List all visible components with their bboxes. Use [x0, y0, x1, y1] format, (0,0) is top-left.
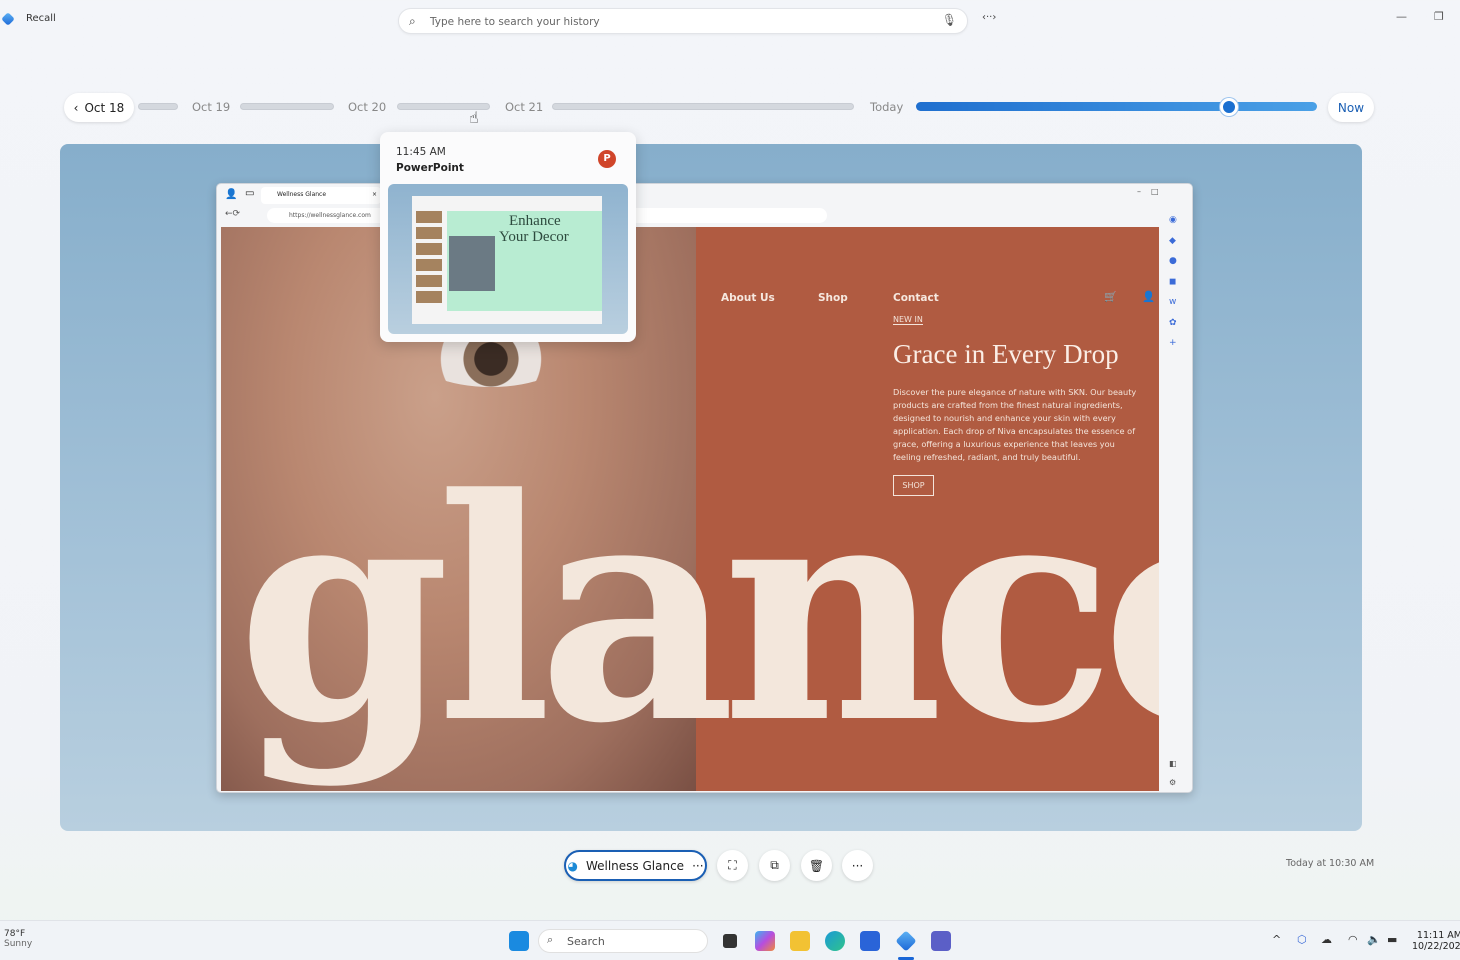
browser-tab[interactable]: Wellness Glance ×	[261, 187, 381, 204]
edge-icon[interactable]	[825, 931, 845, 951]
nav-contact[interactable]: Contact	[893, 292, 939, 304]
slide-title: Enhance Your Decor	[499, 213, 569, 245]
recall-taskbar-icon[interactable]	[895, 930, 917, 952]
trash-icon: 🗑	[808, 858, 825, 873]
search-icon: ⌕	[409, 14, 416, 28]
edge-icon: ◕	[567, 858, 578, 873]
store-icon[interactable]	[860, 931, 880, 951]
timeline-hover-preview[interactable]: 11:45 AM PowerPoint P Enhance Your Decor	[380, 132, 636, 342]
preview-time: 11:45 AM	[396, 146, 446, 158]
timeline-back-button[interactable]: ‹ Oct 18	[64, 93, 134, 122]
browser-sidebar: ◉ ◆ ● ◼ w ✿ + ◧ ⚙	[1159, 184, 1192, 792]
back-refresh-icon[interactable]: ←⟳	[225, 209, 240, 219]
now-label: Now	[1337, 100, 1365, 115]
task-view-icon[interactable]	[723, 934, 737, 948]
tab-title: Wellness Glance	[277, 191, 327, 198]
search-icon: ⌕	[547, 933, 554, 946]
timeline-slider-thumb[interactable]	[1220, 98, 1238, 116]
more-icon[interactable]: ···	[692, 859, 703, 873]
nav-shop[interactable]: Shop	[818, 292, 848, 304]
hand-cursor-icon: ☝	[469, 108, 479, 127]
timeline-segment[interactable]	[240, 103, 334, 110]
timeline-label: Today	[870, 100, 904, 114]
app-title: Recall	[26, 13, 56, 24]
microphone-icon[interactable]: 🎙	[942, 13, 957, 27]
body-text: Discover the pure elegance of nature wit…	[893, 387, 1137, 462]
browser-window: 👤 ▭ Wellness Glance × ←⟳ https://wellness…	[216, 183, 1193, 793]
more-options-icon[interactable]: ‹··›	[982, 12, 996, 23]
back-label: Oct 18	[84, 100, 125, 115]
slide-thumbnails	[416, 211, 442, 306]
copy-icon: ⧉	[770, 858, 779, 872]
start-icon[interactable]	[509, 931, 529, 951]
click-to-do-button[interactable]: ⛶	[717, 850, 748, 881]
shop-button[interactable]: SHOP	[893, 475, 934, 496]
hero-wordmark: glance	[237, 432, 1193, 790]
show-hidden-icons[interactable]: ^	[1272, 933, 1281, 946]
settings-icon[interactable]: ◧ ⚙	[1169, 754, 1177, 792]
delete-button[interactable]: 🗑	[801, 850, 832, 881]
now-button[interactable]: Now	[1328, 93, 1374, 122]
teams-icon[interactable]	[931, 931, 951, 951]
nav-about-us[interactable]: About Us	[721, 292, 775, 304]
tab-actions-icon[interactable]: ▭	[245, 188, 254, 199]
chevron-left-icon: ‹	[73, 100, 79, 115]
slide-title-line: Enhance	[509, 213, 561, 229]
taskbar-search-label: Search	[567, 935, 605, 948]
timeline-label: Oct 21	[505, 100, 544, 114]
weather-widget[interactable]: 78°F Sunny	[4, 929, 32, 949]
preview-app-name: PowerPoint	[396, 162, 464, 174]
timeline-label: Oct 20	[348, 100, 387, 114]
url-text: https://wellnessglance.com	[289, 212, 371, 219]
taskbar: 78°F Sunny ⌕ Search ^ ⬡ ☁ ◠ 🔈 ▬ 11:11 AM 10…	[0, 920, 1460, 960]
restore-button[interactable]: ❐	[1434, 10, 1444, 23]
taskbar-search[interactable]: ⌕ Search	[538, 929, 708, 953]
recall-app-icon	[1, 12, 15, 26]
slide-image	[449, 236, 495, 291]
account-icon[interactable]: 👤	[1142, 290, 1155, 303]
timeline-segment[interactable]	[138, 103, 178, 110]
copilot-tray-icon[interactable]: ⬡	[1297, 933, 1307, 946]
search-input[interactable]: ⌕ Type here to search your history 🎙	[398, 8, 968, 34]
volume-icon[interactable]: 🔈	[1367, 933, 1381, 946]
app-chip-button[interactable]: ◕ Wellness Glance ···	[564, 850, 707, 881]
wifi-icon[interactable]: ◠	[1348, 933, 1358, 946]
profile-icon[interactable]: 👤	[225, 189, 237, 200]
minimize-button[interactable]: —	[1396, 10, 1407, 23]
battery-icon[interactable]: ▬	[1387, 933, 1397, 946]
clock[interactable]: 11:11 AM10/22/2024	[1412, 930, 1460, 952]
app-chip-label: Wellness Glance	[585, 858, 685, 873]
eyebrow-label: NEW IN	[893, 315, 923, 325]
headline: Grace in Every Drop	[893, 339, 1119, 369]
powerpoint-window: Enhance Your Decor	[412, 196, 602, 324]
timeline-label: Oct 19	[192, 100, 231, 114]
clock-time: 11:11 AM	[1416, 930, 1460, 941]
copilot-icon[interactable]	[755, 931, 775, 951]
sidebar-app-icons[interactable]: ◉ ◆ ● ◼ w ✿ +	[1169, 210, 1177, 354]
slide-title-line: Your Decor	[499, 229, 569, 245]
timeline-segment[interactable]	[552, 103, 854, 110]
clock-date: 10/22/2024	[1412, 941, 1460, 952]
cart-icon[interactable]: 🛒	[1104, 290, 1117, 303]
powerpoint-icon: P	[598, 150, 616, 168]
copy-button[interactable]: ⧉	[759, 850, 790, 881]
close-tab-icon[interactable]: ×	[372, 191, 377, 198]
preview-thumbnail: Enhance Your Decor	[388, 184, 628, 334]
timeline-today-track[interactable]	[916, 102, 1317, 111]
screen-select-icon: ⛶	[728, 858, 737, 872]
slide: Enhance Your Decor	[447, 211, 602, 311]
weather-temp: 78°F	[4, 929, 26, 939]
onedrive-icon[interactable]: ☁	[1321, 933, 1332, 946]
file-explorer-icon[interactable]	[790, 931, 810, 951]
more-actions-button[interactable]: ···	[842, 850, 873, 881]
snapshot-timestamp: Today at 10:30 AM	[1286, 858, 1375, 869]
weather-condition: Sunny	[4, 939, 33, 949]
search-placeholder: Type here to search your history	[430, 16, 600, 28]
more-icon: ···	[851, 858, 864, 873]
